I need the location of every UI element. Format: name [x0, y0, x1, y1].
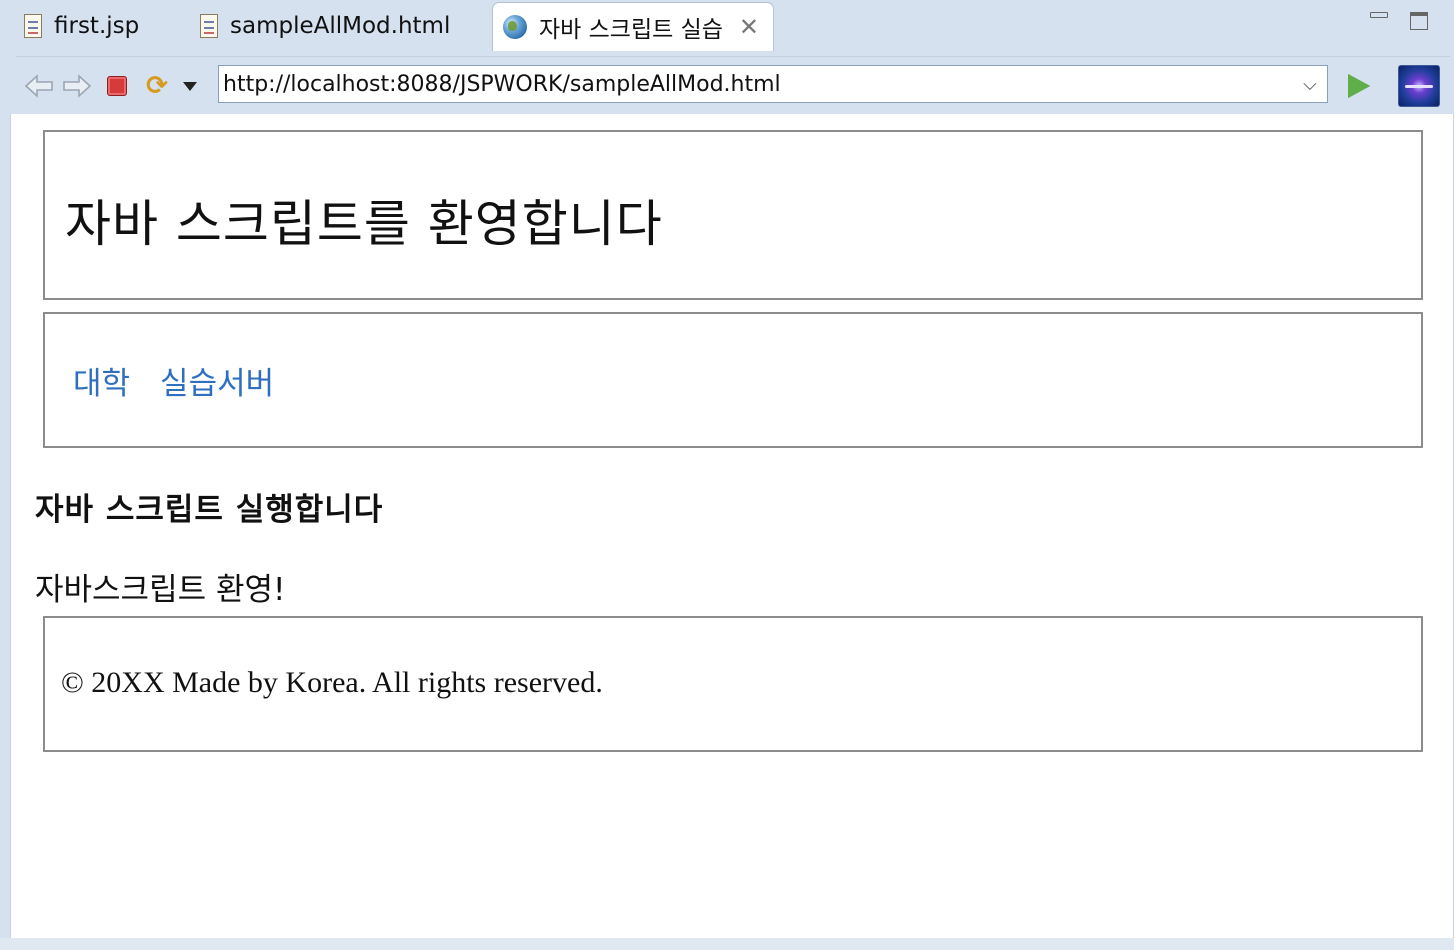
bottom-border	[0, 938, 1454, 950]
welcome-text: 자바스크립트 환영!	[35, 572, 286, 608]
back-arrow-icon	[24, 74, 53, 98]
page-nav: 대학 실습서버	[43, 312, 1423, 448]
refresh-dropdown-button[interactable]	[180, 57, 200, 115]
nav-link-university[interactable]: 대학	[73, 358, 130, 403]
refresh-button[interactable]: ⟳	[140, 57, 174, 115]
editor-tab-bar: first.jsp sampleAllMod.html 자바 스크립트 실습 ✕	[0, 0, 1454, 52]
web-page-content: 자바 스크립트를 환영합니다 대학 실습서버 자바 스크립트 실행합니다 자바스…	[10, 114, 1454, 938]
url-text[interactable]: http://localhost:8088/JSPWORK/sampleAllM…	[223, 72, 1293, 97]
page-footer: © 20XX Made by Korea. All rights reserve…	[43, 616, 1423, 752]
url-input[interactable]: http://localhost:8088/JSPWORK/sampleAllM…	[218, 65, 1328, 103]
url-history-dropdown-icon[interactable]: ⌵	[1293, 74, 1327, 95]
tab-sample-all-mod-html[interactable]: sampleAllMod.html	[200, 2, 450, 50]
tab-first-jsp[interactable]: first.jsp	[24, 2, 139, 50]
go-play-icon	[1348, 74, 1370, 98]
go-button[interactable]	[1346, 57, 1372, 115]
forward-button[interactable]	[60, 57, 94, 115]
browser-logo	[1398, 57, 1440, 115]
forward-arrow-icon	[63, 74, 92, 98]
stop-icon	[107, 76, 127, 96]
refresh-icon: ⟳	[146, 71, 168, 101]
maximize-icon[interactable]	[1410, 12, 1428, 30]
jsp-file-icon	[24, 14, 42, 38]
header-title: 자바 스크립트를 환영합니다	[65, 195, 663, 253]
page-header: 자바 스크립트를 환영합니다	[43, 130, 1423, 300]
tab-javascript-practice[interactable]: 자바 스크립트 실습 ✕	[492, 2, 775, 51]
html-file-icon	[200, 14, 218, 38]
chevron-down-icon	[183, 81, 197, 91]
tab-label: sampleAllMod.html	[230, 13, 451, 39]
close-tab-icon[interactable]: ✕	[739, 15, 759, 39]
nav-link-practice-server[interactable]: 실습서버	[160, 358, 274, 403]
footer-text: © 20XX Made by Korea. All rights reserve…	[61, 666, 603, 699]
back-button[interactable]	[22, 57, 56, 115]
stop-button[interactable]	[104, 57, 130, 115]
tab-label: 자바 스크립트 실습	[539, 17, 723, 43]
globe-icon	[503, 15, 527, 39]
minimize-icon[interactable]	[1370, 12, 1388, 18]
browser-logo-icon	[1398, 65, 1440, 107]
run-heading: 자바 스크립트 실행합니다	[35, 492, 384, 528]
tab-label: first.jsp	[54, 13, 140, 39]
browser-toolbar: ⟳ http://localhost:8088/JSPWORK/sampleAl…	[16, 56, 1450, 115]
